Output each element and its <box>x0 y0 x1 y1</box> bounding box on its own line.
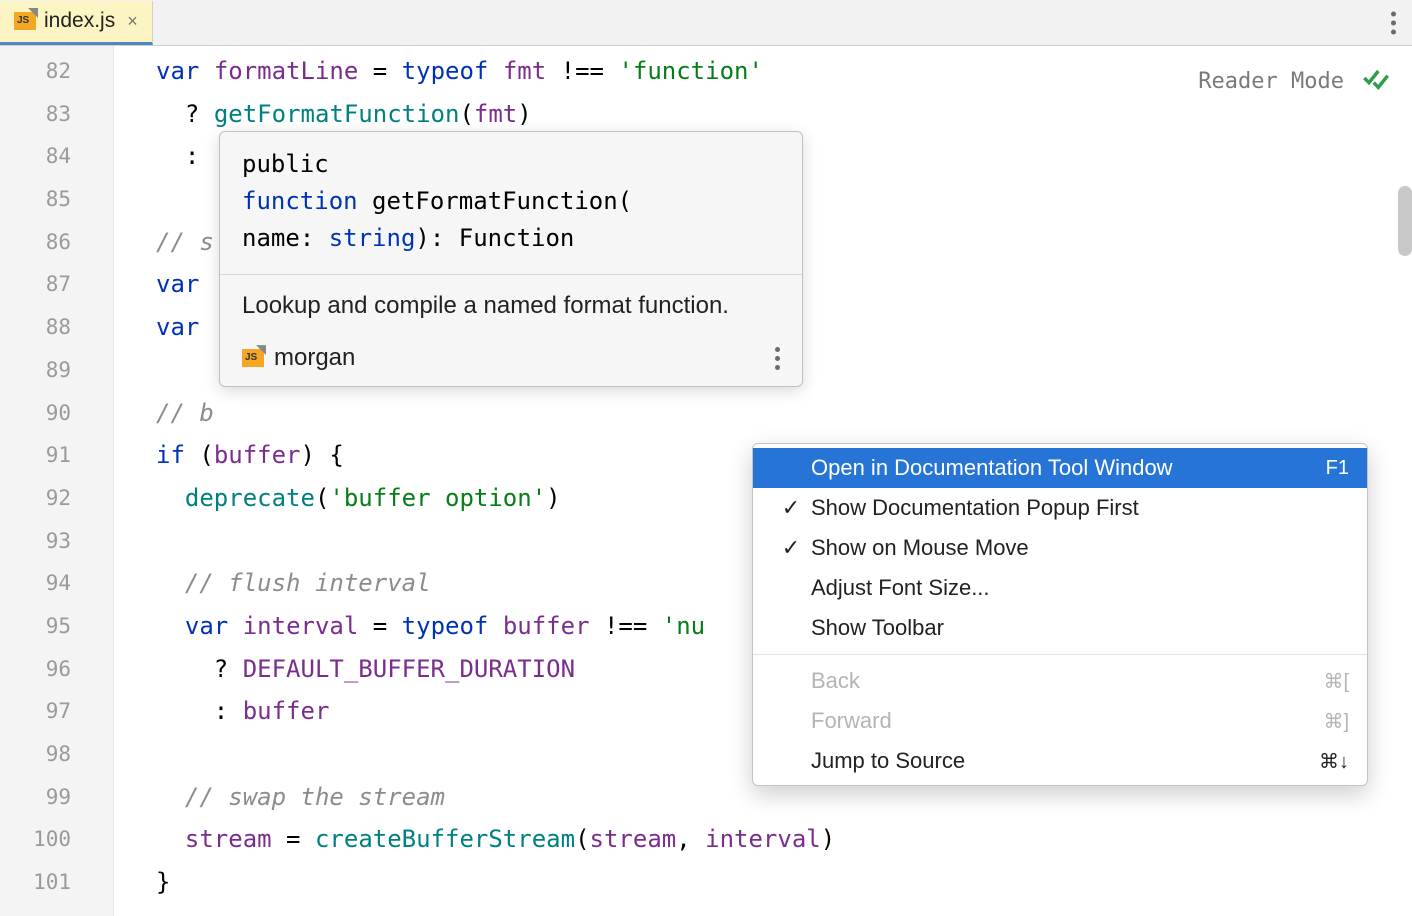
line-number: 83 <box>0 93 113 136</box>
line-number: 86 <box>0 221 113 264</box>
line-number: 101 <box>0 861 113 904</box>
line-number: 87 <box>0 263 113 306</box>
menu-separator <box>753 654 1367 655</box>
reader-mode-bar: Reader Mode <box>1198 64 1390 98</box>
check-icon: ✓ <box>771 535 811 561</box>
menu-label: Show Toolbar <box>811 615 1349 641</box>
menu-item-show-on-mouse-move[interactable]: ✓ Show on Mouse Move <box>753 528 1367 568</box>
context-menu: Open in Documentation Tool Window F1 ✓ S… <box>752 443 1368 786</box>
tab-bar: index.js × <box>0 0 1412 46</box>
line-number: 88 <box>0 306 113 349</box>
menu-label: Adjust Font Size... <box>811 575 1349 601</box>
menu-item-jump-to-source[interactable]: Jump to Source ⌘↓ <box>753 741 1367 781</box>
menu-item-show-toolbar[interactable]: Show Toolbar <box>753 608 1367 648</box>
line-number: 85 <box>0 178 113 221</box>
menu-label: Open in Documentation Tool Window <box>811 455 1326 481</box>
line-number: 94 <box>0 562 113 605</box>
scrollbar-thumb[interactable] <box>1398 186 1412 256</box>
code-line: } <box>114 861 1412 904</box>
doc-modifier: public <box>242 150 329 178</box>
doc-source-label: morgan <box>274 344 355 372</box>
menu-shortcut: ⌘[ <box>1323 669 1349 694</box>
menu-label: Show Documentation Popup First <box>811 495 1349 521</box>
tab-file-name: index.js <box>44 9 115 33</box>
menu-item-adjust-font-size[interactable]: Adjust Font Size... <box>753 568 1367 608</box>
line-number: 99 <box>0 776 113 819</box>
documentation-popup: public function getFormatFunction( name:… <box>219 131 803 387</box>
line-number: 89 <box>0 349 113 392</box>
check-icon: ✓ <box>771 495 811 521</box>
doc-keyword: function <box>242 187 358 215</box>
line-number: 98 <box>0 733 113 776</box>
gutter: 82 83 84 85 86 87 88 89 90 91 92 93 94 9… <box>0 46 114 916</box>
doc-param-type: string <box>329 224 416 252</box>
doc-signature: public function getFormatFunction( name:… <box>220 132 802 274</box>
code-line: // b <box>114 392 1412 435</box>
more-vert-icon[interactable] <box>775 347 780 370</box>
menu-label: Forward <box>811 708 1323 734</box>
doc-func-name: getFormatFunction( <box>358 187 633 215</box>
menu-label: Back <box>811 668 1323 694</box>
close-icon[interactable]: × <box>127 11 138 32</box>
reader-mode-label[interactable]: Reader Mode <box>1198 69 1344 94</box>
line-number: 95 <box>0 605 113 648</box>
menu-item-show-doc-popup-first[interactable]: ✓ Show Documentation Popup First <box>753 488 1367 528</box>
editor-tab[interactable]: index.js × <box>0 1 153 45</box>
line-number: 90 <box>0 392 113 435</box>
code-line: stream = createBufferStream(stream, inte… <box>114 818 1412 861</box>
doc-description: Lookup and compile a named format functi… <box>220 275 802 339</box>
scrollbar-track[interactable] <box>1398 46 1412 916</box>
menu-item-back: Back ⌘[ <box>753 661 1367 701</box>
code-line: ? getFormatFunction(fmt) <box>114 93 1412 136</box>
menu-label: Show on Mouse Move <box>811 535 1349 561</box>
line-number: 92 <box>0 477 113 520</box>
line-number: 84 <box>0 135 113 178</box>
line-number: 96 <box>0 648 113 691</box>
more-vert-icon[interactable] <box>1391 11 1396 34</box>
menu-shortcut: ⌘↓ <box>1319 749 1349 774</box>
tab-bar-actions <box>1391 11 1396 34</box>
doc-footer: morgan <box>220 338 802 386</box>
doc-return-type: Function <box>459 224 575 252</box>
menu-item-open-doc-window[interactable]: Open in Documentation Tool Window F1 <box>753 448 1367 488</box>
line-number: 93 <box>0 520 113 563</box>
menu-item-forward: Forward ⌘] <box>753 701 1367 741</box>
line-number: 82 <box>0 50 113 93</box>
menu-label: Jump to Source <box>811 748 1319 774</box>
menu-shortcut: F1 <box>1326 457 1349 480</box>
doc-param-name: name <box>242 224 300 252</box>
js-file-icon <box>242 349 264 367</box>
line-number: 97 <box>0 690 113 733</box>
line-number: 91 <box>0 434 113 477</box>
js-file-icon <box>14 12 36 30</box>
line-number: 100 <box>0 818 113 861</box>
menu-shortcut: ⌘] <box>1323 709 1349 734</box>
inspection-ok-icon[interactable] <box>1362 64 1390 98</box>
